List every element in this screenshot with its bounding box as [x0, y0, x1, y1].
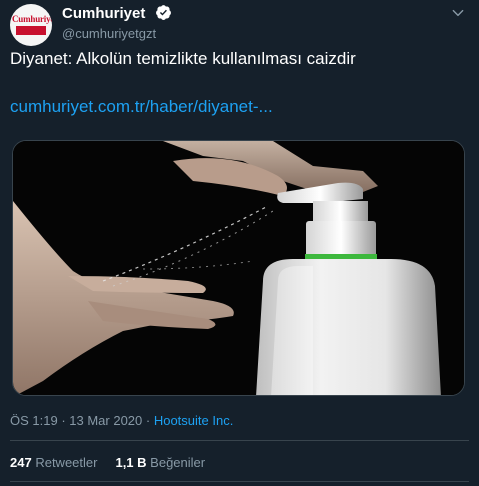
retweets-label: Retweetler — [35, 455, 98, 470]
tweet-date[interactable]: 13 Mar 2020 — [69, 413, 142, 428]
avatar[interactable]: Cumhuriyet — [10, 4, 52, 46]
meta-separator-2: · — [142, 413, 154, 428]
likes-count: 1,1 B — [115, 455, 147, 470]
divider — [10, 440, 469, 441]
hand-sanitizer-photo — [13, 141, 464, 395]
tweet-stats: 247 Retweetler 1,1 B Beğeniler — [10, 455, 223, 470]
tweet-media-image[interactable] — [12, 140, 465, 396]
tweet-source-link[interactable]: Hootsuite Inc. — [154, 413, 234, 428]
likes-label: Beğeniler — [150, 455, 206, 470]
retweets-count: 247 — [10, 455, 32, 470]
author-handle[interactable]: @cumhuriyetgzt — [62, 26, 156, 41]
avatar-logo-bar — [16, 26, 46, 35]
avatar-logo-text: Cumhuriyet — [12, 14, 52, 24]
meta-separator: · — [57, 413, 70, 428]
tweet-link[interactable]: cumhuriyet.com.tr/haber/diyanet-... — [10, 97, 273, 117]
divider-bottom — [10, 481, 469, 482]
author-display-name[interactable]: Cumhuriyet — [62, 5, 145, 22]
retweets-stat[interactable]: 247 Retweetler — [10, 455, 97, 470]
verified-badge-icon — [156, 5, 171, 20]
tweet-time[interactable]: ÖS 1:19 — [10, 413, 58, 428]
likes-stat[interactable]: 1,1 B Beğeniler — [115, 455, 205, 470]
tweet-card: Cumhuriyet Cumhuriyet @cumhuriyetgzt Diy… — [0, 0, 479, 486]
tweet-meta: ÖS 1:19 · 13 Mar 2020 · Hootsuite Inc. — [10, 413, 233, 428]
tweet-text: Diyanet: Alkolün temizlikte kullanılması… — [10, 49, 356, 68]
chevron-down-icon[interactable] — [451, 6, 465, 20]
